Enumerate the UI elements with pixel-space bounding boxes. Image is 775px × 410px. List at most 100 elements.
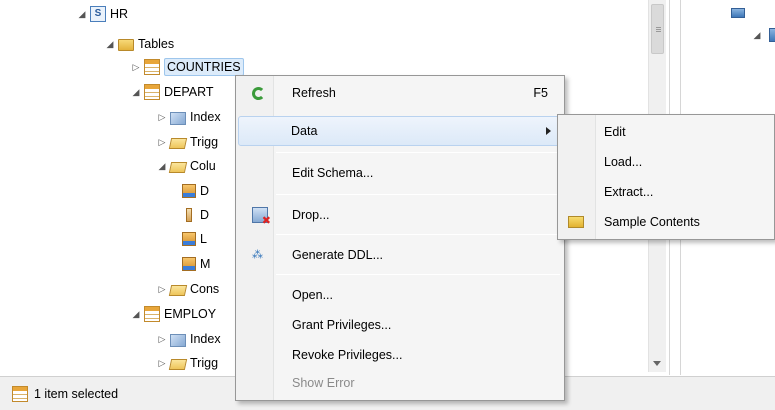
tree-node-label: EMPLOY — [164, 307, 217, 321]
tree-node-label: L — [200, 232, 207, 246]
menu-item-refresh[interactable]: Refresh F5 — [238, 78, 562, 108]
tree-node-triggers[interactable]: ▷ Trigg — [156, 132, 218, 152]
tree-node-label: DEPART — [164, 85, 214, 99]
tree-node-column[interactable]: L — [180, 229, 207, 249]
collapse-arrow-icon[interactable]: ◢ — [130, 309, 142, 320]
tree-node-triggers[interactable]: ▷ Trigg — [156, 353, 218, 373]
column-icon — [186, 208, 192, 222]
menu-item-revoke-privileges[interactable]: Revoke Privileges... — [238, 340, 562, 370]
tree-node-table-countries[interactable]: ▷ COUNTRIES — [130, 57, 244, 77]
menu-item-label: Revoke Privileges... — [292, 348, 403, 362]
submenu-item-edit[interactable]: Edit — [560, 117, 772, 147]
collapse-arrow-icon[interactable]: ◢ — [76, 9, 88, 20]
submenu-item-extract[interactable]: Extract... — [560, 177, 772, 207]
expand-arrow-icon[interactable]: ▷ — [156, 358, 168, 369]
tree-node-label: Trigg — [190, 356, 219, 370]
collapse-arrow-icon[interactable]: ◢ — [130, 87, 142, 98]
tree-node-label-selected: COUNTRIES — [164, 58, 244, 76]
tree-node-indexes[interactable]: ▷ Index — [156, 329, 221, 349]
menu-item-drop[interactable]: Drop... — [238, 200, 562, 230]
node-icon — [769, 28, 775, 42]
tree-node-label: Tables — [138, 37, 175, 51]
menu-item-label: Show Error — [292, 376, 355, 390]
tree-node-label: Index — [190, 332, 221, 346]
menu-item-data[interactable]: Data — [238, 116, 562, 146]
menu-separator — [276, 234, 560, 235]
tree-node-label: HR — [110, 7, 129, 21]
context-menu: Refresh F5 Data Edit Schema... Drop... ⁂… — [235, 75, 565, 401]
collapse-arrow-icon[interactable]: ◢ — [751, 30, 763, 41]
menu-item-label: Generate DDL... — [292, 248, 384, 262]
menu-item-show-error: Show Error — [238, 368, 562, 398]
grip-line — [656, 29, 661, 30]
tree-node-columns[interactable]: ◢ Colu — [156, 156, 216, 176]
menu-item-grant-privileges[interactable]: Grant Privileges... — [238, 310, 562, 340]
tree-node-schema-hr[interactable]: ◢ S HR — [76, 4, 128, 24]
table-icon — [144, 306, 160, 322]
submenu-arrow-icon — [546, 127, 551, 135]
collapse-arrow-icon[interactable]: ◢ — [104, 39, 116, 50]
outline-icon — [731, 8, 745, 18]
tree-node-label: Index — [190, 110, 221, 124]
menu-item-label: Extract... — [604, 185, 654, 199]
schema-icon: S — [90, 6, 106, 22]
status-text: 1 item selected — [34, 386, 119, 401]
data-submenu: Edit Load... Extract... Sample Contents — [557, 114, 775, 240]
tables-folder-icon — [118, 39, 134, 51]
menu-item-label: Load... — [604, 155, 643, 169]
scrollbar-thumb[interactable] — [651, 4, 664, 54]
menu-item-label: Edit Schema... — [292, 166, 374, 180]
tree-node-table-departments[interactable]: ◢ DEPART — [130, 82, 214, 102]
drop-icon — [252, 207, 271, 227]
folder-icon — [168, 285, 188, 296]
generate-ddl-icon: ⁂ — [252, 249, 263, 261]
tree-node-label: Colu — [190, 159, 216, 173]
tree-node-label: M — [200, 257, 211, 271]
folder-open-icon — [168, 162, 188, 173]
submenu-item-load[interactable]: Load... — [560, 147, 772, 177]
tree-node-column[interactable]: M — [180, 254, 210, 274]
tree-node-label: Trigg — [190, 135, 219, 149]
menu-item-label: Open... — [292, 288, 333, 302]
primary-key-column-icon — [182, 184, 196, 198]
index-folder-icon — [170, 333, 186, 347]
menu-item-label: Data — [291, 124, 318, 138]
folder-icon — [168, 359, 188, 370]
refresh-icon — [252, 87, 265, 100]
tree-node-column[interactable]: D — [180, 205, 209, 225]
foreign-key-column-icon — [182, 232, 196, 246]
grip-line — [656, 31, 661, 32]
menu-item-generate-ddl[interactable]: ⁂ Generate DDL... — [238, 240, 562, 270]
expand-arrow-icon[interactable]: ▷ — [130, 62, 142, 73]
tree-node-constraints[interactable]: ▷ Cons — [156, 279, 219, 299]
scroll-down-arrow-icon[interactable] — [653, 361, 661, 366]
expand-arrow-icon[interactable]: ▷ — [156, 137, 168, 148]
menu-separator — [276, 194, 560, 195]
menu-item-label: Drop... — [292, 208, 330, 222]
grip-line — [656, 27, 661, 28]
tree-node-label: D — [200, 208, 210, 222]
foreign-key-column-icon — [182, 257, 196, 271]
menu-item-label: Edit — [604, 125, 626, 139]
expand-arrow-icon[interactable]: ▷ — [156, 112, 168, 123]
menu-item-open[interactable]: Open... — [238, 280, 562, 310]
table-icon — [12, 385, 28, 402]
tree-node-table-employees[interactable]: ◢ EMPLOY — [130, 304, 216, 324]
sample-contents-icon — [568, 216, 584, 228]
menu-item-edit-schema[interactable]: Edit Schema... — [238, 158, 562, 188]
index-folder-icon — [170, 111, 186, 125]
expand-arrow-icon[interactable]: ▷ — [156, 284, 168, 295]
menu-item-label: Sample Contents — [604, 215, 700, 229]
menu-item-label: Grant Privileges... — [292, 318, 392, 332]
tree-node-tables[interactable]: ◢ Tables — [104, 34, 174, 54]
tree-node-label: Cons — [190, 282, 220, 296]
tree-node-indexes[interactable]: ▷ Index — [156, 107, 221, 127]
collapse-arrow-icon[interactable]: ◢ — [156, 161, 168, 172]
menu-separator — [276, 274, 560, 275]
tree-node-label: D — [200, 184, 210, 198]
menu-item-label: Refresh — [292, 86, 336, 100]
tree-node-column[interactable]: D — [180, 181, 209, 201]
submenu-item-sample-contents[interactable]: Sample Contents — [560, 207, 772, 237]
expand-arrow-icon[interactable]: ▷ — [156, 334, 168, 345]
menu-shortcut: F5 — [533, 86, 548, 100]
